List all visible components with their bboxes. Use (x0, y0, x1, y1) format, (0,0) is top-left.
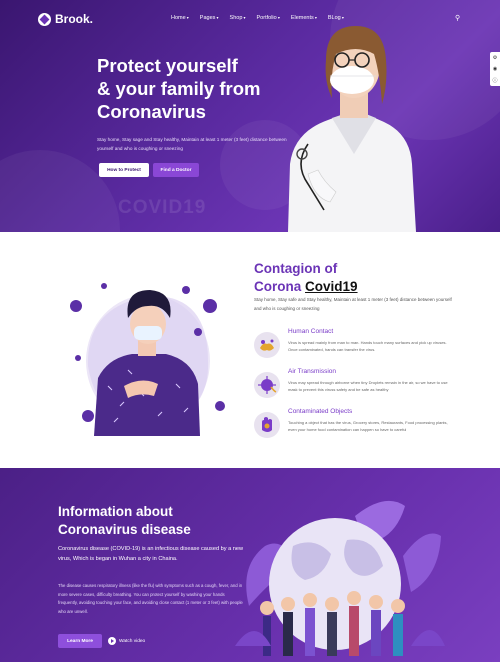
nav-item-blog[interactable]: BLog (328, 15, 344, 21)
side-toolbar: ⚙ ◉ ⓘ (490, 52, 500, 86)
logo-icon (38, 12, 51, 26)
nav-item-elements[interactable]: Elements (291, 15, 317, 21)
feature-title: Human Contact (288, 328, 334, 335)
watch-video-link[interactable]: Watch video (108, 634, 145, 648)
nav-item-pages[interactable]: Pages (200, 15, 219, 21)
nav-item-portfolio[interactable]: Portfolio (257, 15, 280, 21)
top-nav: Brook. Home Pages Shop Portfolio Element… (0, 10, 500, 30)
cart-icon[interactable]: ◉ (493, 66, 497, 72)
learn-more-button[interactable]: Learn More (58, 634, 102, 648)
info-icon[interactable]: ⓘ (492, 77, 497, 84)
doctor-illustration (288, 26, 416, 232)
hero-title-line2: & your family from (97, 78, 261, 99)
hero-description: Stay home, Stay sage and Stay healthy, M… (97, 137, 287, 151)
virus-icon (254, 372, 280, 398)
nav-item-home[interactable]: Home (171, 15, 189, 21)
feature-contaminated-objects: Contaminated Objects Touching a object t… (254, 408, 454, 446)
hand-icon (254, 412, 280, 438)
contagion-title-line1: Contagion of (254, 261, 338, 276)
crowd-with-masks-illustration (235, 500, 445, 656)
info-section: Information about Coronavirus disease Co… (0, 468, 500, 662)
covid-watermark: COVID19 (118, 197, 207, 218)
settings-icon[interactable]: ⚙ (493, 55, 497, 61)
hero-section: Brook. Home Pages Shop Portfolio Element… (0, 0, 500, 232)
info-title-line2: Coronavirus disease (58, 521, 191, 537)
hands-icon (254, 332, 280, 358)
brand-logo[interactable]: Brook. (38, 12, 93, 26)
hero-title-line3: Coronavirus (97, 101, 206, 122)
info-lead: Coronavirus disease (COVID-19) is an inf… (58, 546, 243, 562)
feature-title: Air Transmission (288, 368, 337, 375)
contagion-title-highlight: Covid19 (305, 279, 358, 294)
nav-item-shop[interactable]: Shop (230, 15, 246, 21)
how-to-protect-button[interactable]: How to Protect (99, 163, 149, 177)
feature-text: Touching a object that has the virus, Gr… (288, 420, 448, 432)
info-title: Information about Coronavirus disease (58, 503, 258, 538)
play-icon (108, 637, 116, 645)
main-menu: Home Pages Shop Portfolio Elements BLog (171, 15, 344, 21)
watch-video-label: Watch video (119, 638, 146, 644)
hero-title: Protect yourself & your family from Coro… (97, 54, 297, 123)
feature-text: Virus is spread mainly from man to man. … (288, 340, 447, 352)
feature-air-transmission: Air Transmission Virus may spread throug… (254, 368, 454, 406)
feature-title: Contaminated Objects (288, 408, 353, 415)
hero-title-line1: Protect yourself (97, 55, 238, 76)
brand-name: Brook. (55, 12, 94, 26)
feature-human-contact: Human Contact Virus is spread mainly fro… (254, 328, 454, 366)
contagion-description: Stay home, Stay safe and Stay healthy, M… (254, 297, 452, 311)
contagion-section: Contagion of Corona Covid19 Stay home, S… (0, 232, 500, 468)
find-doctor-button[interactable]: Find a Doctor (153, 163, 199, 177)
contagion-title: Contagion of Corona Covid19 (254, 260, 454, 296)
info-title-line1: Information about (58, 504, 173, 519)
search-icon[interactable]: ⚲ (455, 14, 460, 22)
feature-text: Virus may spread through airborne when t… (288, 380, 448, 392)
contagion-title-part1: Corona (254, 279, 306, 294)
sick-man-illustration (70, 283, 225, 436)
info-body: The disease causes respiratory illness (… (58, 583, 243, 614)
